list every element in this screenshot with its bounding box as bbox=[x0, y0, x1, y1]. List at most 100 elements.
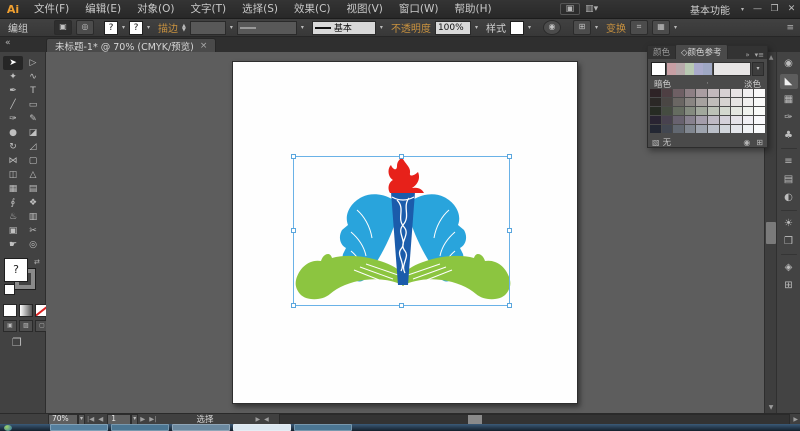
color-swatch[interactable] bbox=[696, 107, 707, 115]
more-options-arrow[interactable]: ▾ bbox=[674, 24, 677, 31]
width-profile-arrow[interactable]: ▾ bbox=[301, 24, 304, 31]
color-swatch[interactable] bbox=[720, 98, 731, 106]
color-swatch[interactable] bbox=[685, 107, 696, 115]
color-swatch[interactable] bbox=[708, 107, 719, 115]
taskbar-app-button[interactable] bbox=[294, 424, 352, 431]
menu-item[interactable]: 效果(C) bbox=[286, 0, 339, 18]
color-swatch[interactable] bbox=[731, 98, 742, 106]
pencil-tool[interactable]: ✎ bbox=[23, 112, 43, 126]
color-swatch[interactable] bbox=[703, 63, 712, 75]
fill-dropdown-arrow[interactable]: ▾ bbox=[122, 24, 125, 31]
eyedropper-tool[interactable]: ∮ bbox=[3, 196, 23, 210]
stroke-weight-stepper[interactable]: ▲▼ bbox=[182, 24, 186, 32]
color-swatch[interactable] bbox=[650, 107, 661, 115]
zoom-dropdown-arrow[interactable]: ▾ bbox=[78, 414, 85, 425]
menu-item[interactable]: 窗口(W) bbox=[391, 0, 447, 18]
free-transform-tool[interactable]: ▢ bbox=[23, 154, 43, 168]
color-swatch[interactable] bbox=[662, 125, 673, 133]
color-mode-button[interactable] bbox=[3, 304, 17, 317]
limit-colors-icon[interactable]: ▧ bbox=[652, 138, 660, 147]
color-swatch[interactable] bbox=[754, 116, 765, 124]
color-swatch[interactable] bbox=[685, 125, 696, 133]
selection-handle[interactable] bbox=[291, 303, 296, 308]
magic-wand-tool[interactable]: ✦ bbox=[3, 70, 23, 84]
brush-definition-dropdown[interactable]: 基本 bbox=[312, 21, 376, 35]
stroke-dropdown-arrow[interactable]: ▾ bbox=[147, 24, 150, 31]
color-swatch[interactable] bbox=[685, 98, 696, 106]
appearance-panel-icon[interactable]: ☀ bbox=[780, 216, 798, 231]
opacity-dropdown-arrow[interactable]: ▾ bbox=[475, 24, 478, 31]
stroke-color-swatch[interactable]: ? bbox=[129, 21, 143, 35]
color-swatch[interactable] bbox=[743, 98, 754, 106]
document-tab[interactable]: 未标题-1* @ 70% (CMYK/预览) × bbox=[46, 38, 216, 53]
color-swatch[interactable] bbox=[667, 63, 676, 75]
line-segment-tool[interactable]: ╱ bbox=[3, 98, 23, 112]
blob-brush-tool[interactable]: ● bbox=[3, 126, 23, 140]
minimize-button[interactable]: — bbox=[749, 0, 766, 18]
swatches-panel-icon[interactable]: ▦ bbox=[780, 92, 798, 107]
color-swatch[interactable] bbox=[731, 89, 742, 97]
taskbar-app-button[interactable] bbox=[111, 424, 169, 431]
color-guide-panel-icon[interactable]: ◣ bbox=[780, 74, 798, 89]
control-panel-menu-icon[interactable]: ≡ bbox=[786, 23, 794, 33]
menu-item[interactable]: 文字(T) bbox=[183, 0, 235, 18]
dock-separator[interactable] bbox=[781, 148, 797, 149]
color-swatch[interactable] bbox=[650, 116, 661, 124]
stroke-weight-input[interactable] bbox=[190, 21, 226, 35]
color-swatch[interactable] bbox=[694, 63, 703, 75]
fill-indicator[interactable]: ? bbox=[4, 258, 28, 282]
color-swatch[interactable] bbox=[731, 125, 742, 133]
hand-tool[interactable]: ☛ bbox=[3, 238, 23, 252]
artboard-number-input[interactable]: 1 bbox=[107, 414, 131, 425]
gradient-mode-button[interactable] bbox=[19, 304, 33, 317]
menu-item[interactable]: 文件(F) bbox=[26, 0, 77, 18]
recolor-artwork-icon[interactable]: ◉ bbox=[543, 20, 561, 35]
stroke-panel-icon[interactable]: ≡ bbox=[780, 154, 798, 169]
color-swatch[interactable] bbox=[696, 98, 707, 106]
paintbrush-tool[interactable]: ✑ bbox=[3, 112, 23, 126]
lasso-tool[interactable]: ∿ bbox=[23, 70, 43, 84]
color-swatch[interactable] bbox=[720, 107, 731, 115]
rotate-tool[interactable]: ↻ bbox=[3, 140, 23, 154]
color-swatch[interactable] bbox=[720, 116, 731, 124]
swap-fill-stroke-icon[interactable]: ⇄ bbox=[34, 258, 40, 266]
constrain-proportions-icon[interactable]: ⌗ bbox=[630, 20, 648, 35]
arrange-documents-icon[interactable]: ▣ bbox=[560, 3, 581, 15]
selection-handle[interactable] bbox=[291, 154, 296, 159]
default-fill-stroke-icon[interactable] bbox=[4, 284, 15, 295]
transparency-panel-icon[interactable]: ◐ bbox=[780, 190, 798, 205]
color-swatch[interactable] bbox=[650, 89, 661, 97]
layers-panel-icon[interactable]: ◈ bbox=[780, 260, 798, 275]
shape-builder-tool[interactable]: ◫ bbox=[3, 168, 23, 182]
scroll-left-icon[interactable]: ◀ bbox=[262, 416, 271, 423]
color-swatch[interactable] bbox=[673, 89, 684, 97]
graphic-styles-panel-icon[interactable]: ❒ bbox=[780, 234, 798, 249]
color-swatch[interactable] bbox=[650, 125, 661, 133]
color-swatch[interactable] bbox=[743, 116, 754, 124]
menu-item[interactable]: 视图(V) bbox=[339, 0, 391, 18]
color-swatch[interactable] bbox=[685, 63, 694, 75]
color-swatch[interactable] bbox=[708, 98, 719, 106]
color-swatch[interactable] bbox=[708, 89, 719, 97]
selection-handle[interactable] bbox=[507, 228, 512, 233]
close-button[interactable]: ✕ bbox=[783, 0, 800, 18]
zoom-level-input[interactable]: 70% bbox=[48, 414, 78, 425]
color-swatch[interactable] bbox=[708, 125, 719, 133]
color-swatch[interactable] bbox=[685, 116, 696, 124]
last-artboard-button[interactable]: ▶| bbox=[147, 415, 158, 423]
perspective-grid-tool[interactable]: △ bbox=[23, 168, 43, 182]
color-swatch[interactable] bbox=[685, 89, 696, 97]
eraser-tool[interactable]: ◪ bbox=[23, 126, 43, 140]
stroke-label[interactable]: 描边 bbox=[158, 20, 178, 35]
workspace-dropdown-arrow[interactable]: ▾ bbox=[736, 6, 749, 13]
brushes-panel-icon[interactable]: ✑ bbox=[780, 110, 798, 125]
brush-definition-arrow[interactable]: ▾ bbox=[380, 24, 383, 31]
artboards-panel-icon[interactable]: ⊞ bbox=[780, 278, 798, 293]
color-swatch[interactable] bbox=[676, 63, 685, 75]
rectangle-tool[interactable]: ▭ bbox=[23, 98, 43, 112]
selection-handle[interactable] bbox=[399, 303, 404, 308]
dock-separator[interactable] bbox=[781, 254, 797, 255]
color-swatch[interactable] bbox=[696, 125, 707, 133]
more-options-icon[interactable]: ▦ bbox=[652, 20, 670, 35]
opacity-input[interactable]: 100% bbox=[435, 21, 471, 35]
